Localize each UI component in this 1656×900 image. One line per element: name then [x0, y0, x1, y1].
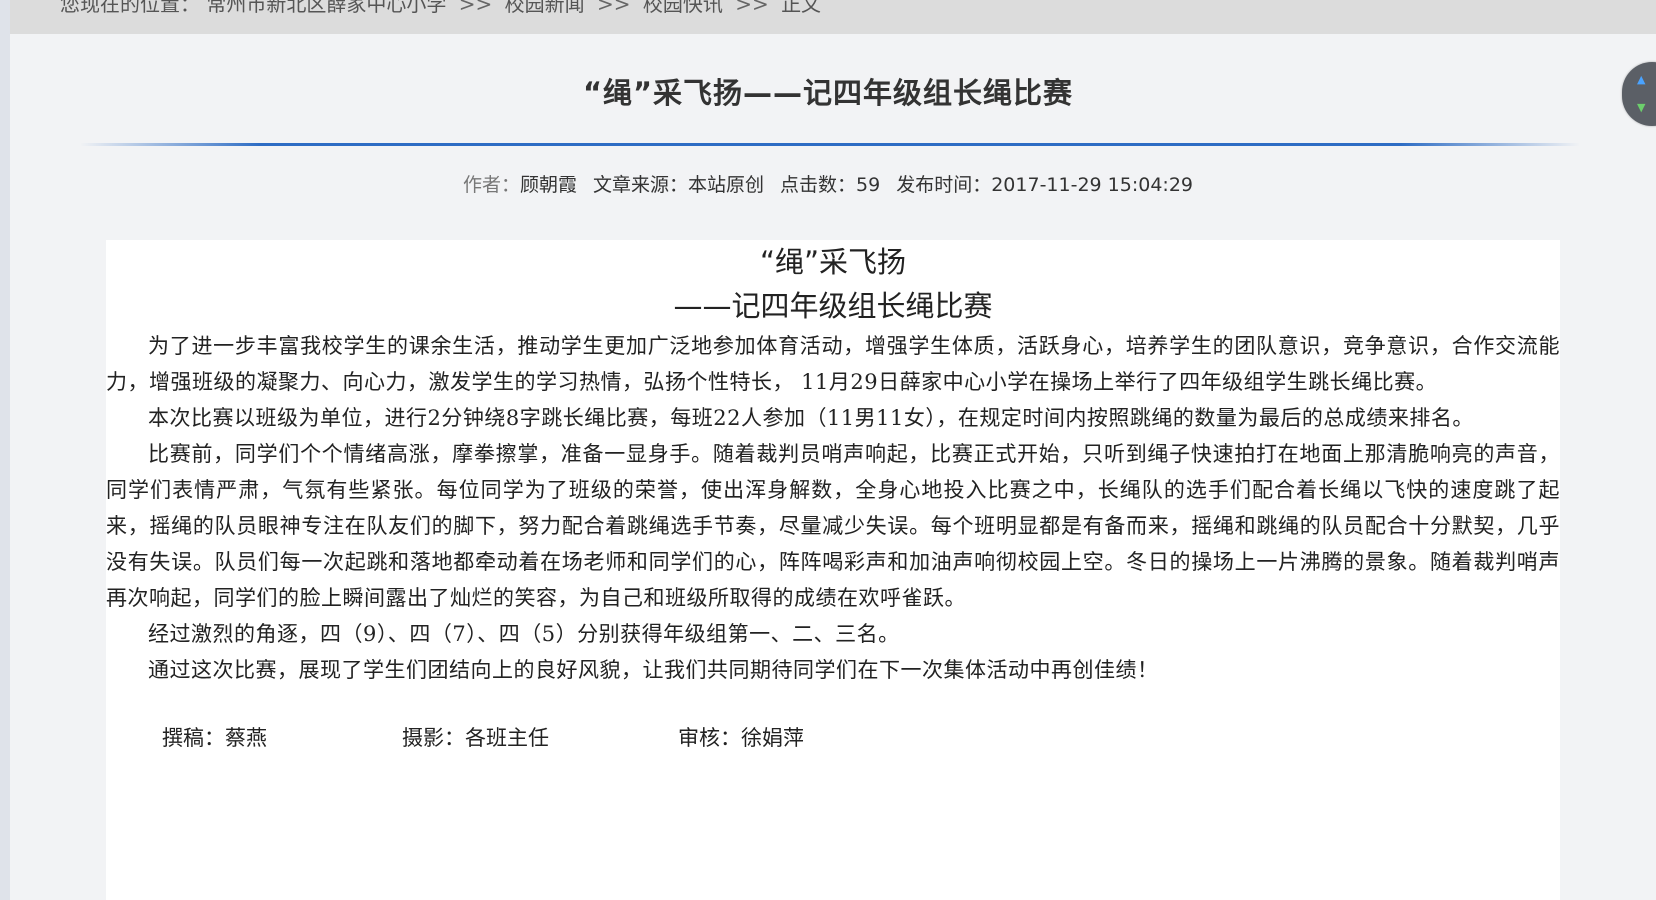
article-page: 您现在的位置： 常州市新北区薛家中心小学 >> 校园新闻 >> 校园快讯 >> … [0, 0, 1656, 900]
breadcrumb-separator: >> [458, 0, 493, 16]
credit-reviewer: 审核：徐娟萍 [678, 726, 804, 750]
breadcrumb-bar: 您现在的位置： 常州市新北区薛家中心小学 >> 校园新闻 >> 校园快讯 >> … [10, 0, 1656, 34]
breadcrumb-separator: >> [735, 0, 769, 16]
breadcrumb-link-campus-news[interactable]: 校园新闻 [505, 0, 585, 16]
body-paragraph: 经过激烈的角逐，四（9）、四（7）、四（5）分别获得年级组第一、二、三名。 [148, 622, 900, 646]
body-paragraph: 通过这次比赛，展现了学生们团结向上的良好风貌，让我们共同期待同学们在下一次集体活… [148, 658, 1159, 682]
click-count: 点击数：59 [780, 174, 881, 196]
article-source: 文章来源：本站原创 [593, 174, 765, 196]
credit-writer: 撰稿：蔡燕 [162, 726, 267, 750]
article-body-inner: “绳”采飞扬 ——记四年级组长绳比赛 为了进一步丰富我校学生的课余生活，推动学生… [106, 240, 1560, 756]
arrow-down-icon[interactable]: ▼ [1637, 102, 1645, 113]
left-edge-strip [0, 0, 10, 900]
author-label: 作者： [462, 174, 520, 196]
body-paragraph: 比赛前，同学们个个情绪高涨，摩拳擦掌，准备一显身手。随着裁判员哨声响起，比赛正式… [106, 442, 1560, 610]
arrow-up-icon[interactable]: ▲ [1637, 74, 1645, 85]
body-heading-main: “绳”采飞扬 [759, 245, 907, 279]
publish-time: 发布时间：2017-11-29 15:04:29 [896, 174, 1194, 196]
article-meta: 作者：顾朝霞 文章来源：本站原创 点击数：59 发布时间：2017-11-29 15:… [0, 170, 1656, 197]
article-credits: 撰稿：蔡燕 摄影：各班主任 审核：徐娟萍 [106, 720, 1560, 756]
credit-photographer: 摄影：各班主任 [402, 726, 549, 750]
article-body: “绳”采飞扬 ——记四年级组长绳比赛 为了进一步丰富我校学生的课余生活，推动学生… [106, 240, 1560, 900]
title-divider [80, 143, 1580, 146]
body-heading-sub: ——记四年级组长绳比赛 [673, 289, 993, 323]
body-paragraph: 本次比赛以班级为单位，进行2分钟绕8字跳长绳比赛，每班22人参加（11男11女）… [148, 406, 1474, 430]
body-paragraph: 为了进一步丰富我校学生的课余生活，推动学生更加广泛地参加体育活动，增强学生体质，… [106, 334, 1560, 394]
author-name: 顾朝霞 [520, 174, 578, 196]
breadcrumb-prefix: 您现在的位置： [60, 0, 200, 16]
breadcrumb: 您现在的位置： 常州市新北区薛家中心小学 >> 校园新闻 >> 校园快讯 >> … [60, 0, 821, 17]
breadcrumb-link-campus-flash[interactable]: 校园快讯 [643, 0, 723, 16]
breadcrumb-separator: >> [596, 0, 631, 16]
breadcrumb-link-school[interactable]: 常州市新北区薛家中心小学 [206, 0, 446, 16]
article-title: “绳”采飞扬——记四年级组长绳比赛 [582, 76, 1074, 110]
breadcrumb-current: 正文 [781, 0, 822, 16]
